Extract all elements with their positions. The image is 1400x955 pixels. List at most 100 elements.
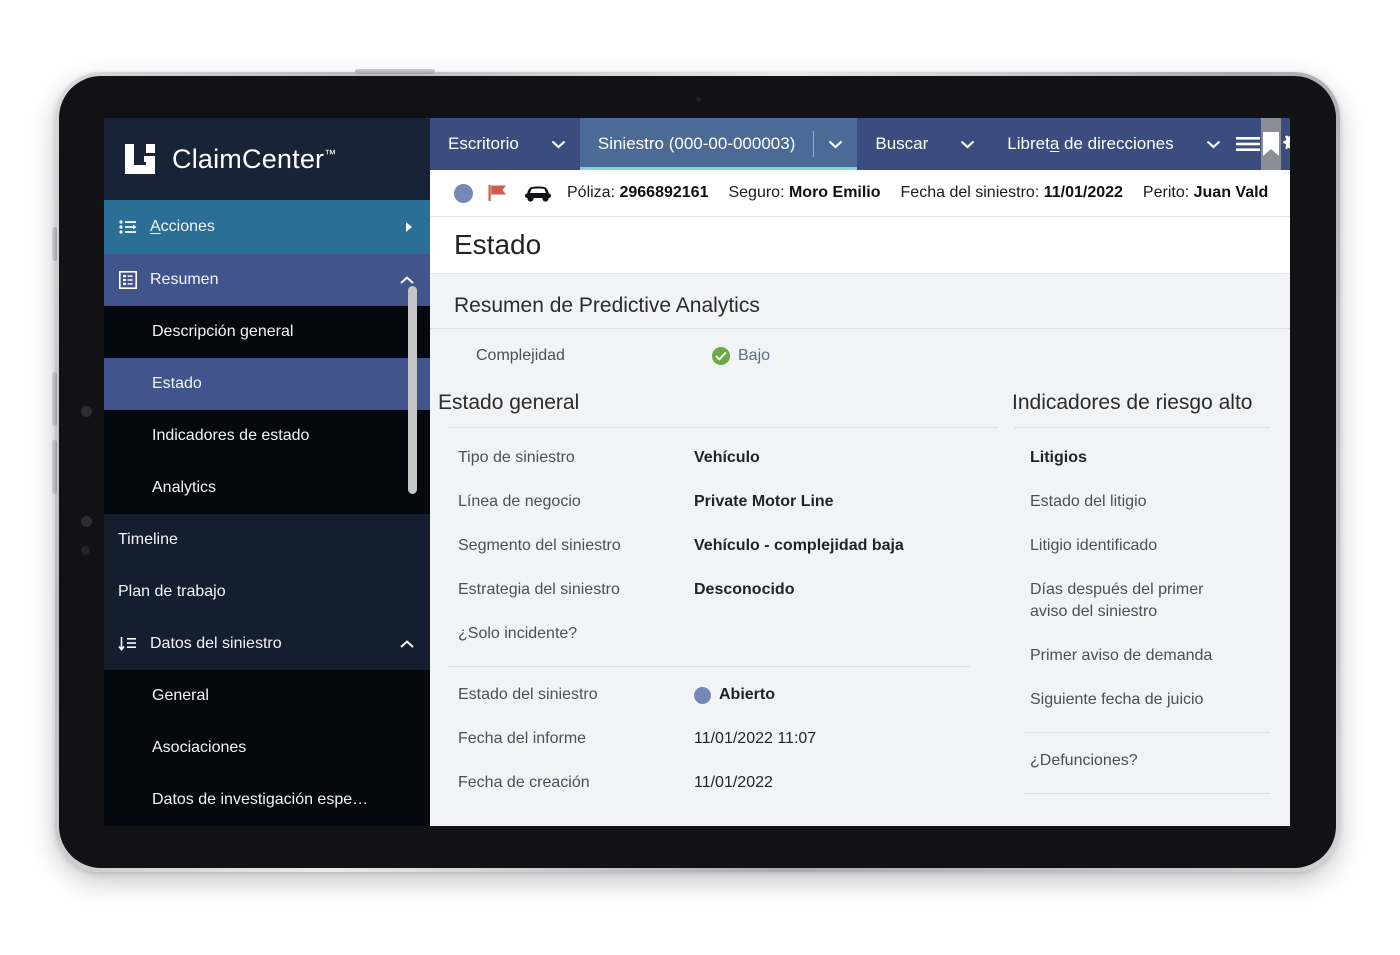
risk-indicator-item: Días después del primer aviso del sinies… — [1030, 581, 1204, 620]
field-value: Vehículo — [694, 449, 760, 466]
nav-tab-libreta-dropdown[interactable] — [1192, 118, 1235, 170]
risk-indicator-item: Litigio identificado — [1030, 537, 1158, 554]
car-icon — [523, 183, 553, 203]
risk-indicator-list-2: ¿Defunciones? — [1002, 739, 1290, 783]
page-title: Estado — [430, 217, 1290, 274]
sort-list-icon — [118, 634, 138, 654]
field-label: Segmento del siniestro — [458, 537, 621, 554]
gear-icon[interactable] — [1281, 118, 1290, 170]
field-row: Línea de negocio Private Motor Line — [430, 480, 998, 524]
nav-tab-escritorio-dropdown[interactable] — [537, 118, 580, 170]
sidebar-item-asociaciones[interactable]: Asociaciones — [104, 722, 430, 774]
screenshot-stage: ClaimCenter™ Acciones Resumen Descripció… — [0, 0, 1400, 955]
divider-block — [1002, 783, 1290, 800]
claim-field-key: Seguro: — [728, 184, 785, 201]
field-row: Estrategia del siniestro Desconocido — [430, 568, 998, 612]
field-label: Fecha de creación — [458, 774, 590, 791]
sidebar-group-label: Resumen — [150, 271, 219, 288]
bookmark-icon[interactable] — [1260, 118, 1281, 170]
sidebar-item-general[interactable]: General — [104, 670, 430, 722]
top-navigation-bar: Escritorio Siniestro (000-00-000003) Bus… — [430, 118, 1290, 170]
divider — [1024, 732, 1270, 733]
nav-tab-escritorio[interactable]: Escritorio — [430, 118, 537, 170]
bezel-sensor-dot — [81, 546, 90, 555]
risk-indicator-item: Litigios — [1030, 449, 1087, 466]
status-circle-icon — [694, 686, 711, 704]
actions-list-icon — [118, 217, 138, 237]
sidebar-item-estado[interactable]: Estado — [104, 358, 430, 410]
nav-tab-siniestro-active[interactable]: Siniestro (000-00-000003) — [579, 118, 858, 170]
sidebar-item-label: Asociaciones — [152, 739, 247, 756]
claim-field-key: Fecha del siniestro: — [900, 184, 1040, 201]
sidebar-item-label: General — [152, 687, 209, 704]
field-label: Estado del siniestro — [458, 686, 598, 703]
tablet-side-button-volume-up[interactable] — [52, 372, 57, 426]
sidebar-item-datos-de-investigacion[interactable]: Datos de investigación espe… — [104, 774, 430, 826]
general-status-column: Estado general Tipo de siniestro Vehícul… — [430, 385, 998, 805]
nav-tab-libreta-de-direcciones[interactable]: Libreta de direccionesLibreta de direcci… — [989, 118, 1191, 170]
sidebar-group-resumen[interactable]: Resumen — [104, 254, 430, 306]
brand-name: ClaimCenter — [172, 143, 325, 174]
claim-field-fecha-siniestro: Fecha del siniestro: 11/01/2022 — [901, 184, 1123, 202]
sidebar-scrollbar-thumb[interactable] — [408, 286, 417, 494]
sidebar-group-datos-del-siniestro[interactable]: Datos del siniestro — [104, 618, 430, 670]
nav-tab-siniestro-label[interactable]: Siniestro (000-00-000003) — [580, 118, 814, 170]
hamburger-menu-icon[interactable] — [1235, 118, 1261, 170]
field-row: Fecha de creación 11/01/2022 — [430, 761, 998, 805]
field-value: Desconocido — [694, 581, 795, 598]
tablet-side-button-power[interactable] — [52, 227, 57, 261]
field-row: Segmento del siniestro Vehículo - comple… — [430, 524, 998, 568]
bezel-sensor-dot — [81, 406, 92, 417]
bezel-sensor-dot — [81, 516, 92, 527]
general-status-fields-2: Estado del siniestro Abierto Fecha del i… — [430, 673, 998, 805]
claim-field-value: Moro Emilio — [788, 184, 881, 201]
claimcenter-logo-icon — [122, 141, 158, 177]
brand-trademark: ™ — [324, 146, 337, 161]
field-label: Estrategia del siniestro — [458, 581, 620, 598]
nav-tab-siniestro-dropdown[interactable] — [814, 118, 857, 170]
tablet-top-button[interactable] — [355, 69, 435, 74]
divider — [1024, 793, 1270, 794]
complexity-value-wrap: Bajo — [712, 347, 770, 365]
sidebar-item-label: Descripción general — [152, 323, 294, 340]
sidebar-item-label: AAccionescciones — [150, 218, 215, 235]
nav-tab-buscar-dropdown[interactable] — [946, 118, 989, 170]
field-value: Private Motor Line — [694, 493, 834, 510]
main-pane: Escritorio Siniestro (000-00-000003) Bus… — [430, 118, 1290, 826]
claim-field-key: Perito: — [1142, 184, 1190, 201]
risk-indicators-column: Indicadores de riesgo alto Litigios Esta… — [998, 385, 1290, 800]
field-value: Abierto — [719, 686, 775, 703]
field-row: ¿Solo incidente? — [430, 612, 998, 656]
field-value-wrap: Abierto — [694, 684, 775, 706]
claim-field-value: Juan Vald — [1193, 184, 1269, 201]
sidebar-item-label: Estado — [152, 375, 202, 392]
field-label: Tipo de siniestro — [458, 449, 575, 466]
content-area: Resumen de Predictive Analytics Compleji… — [430, 274, 1290, 826]
field-row: Tipo de siniestro Vehículo — [430, 436, 998, 480]
claim-field-perito: Perito: Juan Vald — [1143, 184, 1268, 202]
nav-tab-buscar[interactable]: Buscar — [857, 118, 946, 170]
sidebar-item-acciones[interactable]: AAccionescciones — [104, 200, 430, 254]
green-check-icon — [712, 347, 730, 365]
sidebar-item-analytics[interactable]: Analytics — [104, 462, 430, 514]
risk-indicator-item: Primer aviso de demanda — [1030, 647, 1213, 664]
claim-field-key: Póliza: — [567, 184, 616, 201]
risk-indicator-item: Estado del litigio — [1030, 493, 1147, 510]
field-value: 11/01/2022 — [694, 774, 773, 791]
sidebar-item-plan-de-trabajo[interactable]: Plan de trabajo — [104, 566, 430, 618]
sidebar-item-timeline[interactable]: Timeline — [104, 514, 430, 566]
sidebar-item-indicadores-de-estado[interactable]: Indicadores de estado — [104, 410, 430, 462]
field-label: ¿Solo incidente? — [458, 625, 578, 642]
summary-grid-icon — [118, 270, 138, 290]
complexity-value: Bajo — [738, 347, 771, 364]
predictive-analytics-heading: Resumen de Predictive Analytics — [430, 274, 1290, 329]
general-status-fields: Tipo de siniestro Vehículo Línea de nego… — [430, 428, 998, 656]
tablet-side-button-volume-down[interactable] — [52, 440, 57, 494]
general-status-heading: Estado general — [438, 391, 580, 414]
sidebar-item-descripcion-general[interactable]: Descripción general — [104, 306, 430, 358]
sidebar-scrollbar-track[interactable] — [408, 200, 424, 826]
claim-field-value: 11/01/2022 — [1043, 184, 1123, 201]
divider-block — [430, 656, 998, 673]
front-camera-icon — [694, 96, 702, 103]
field-label: Línea de negocio — [458, 493, 581, 510]
